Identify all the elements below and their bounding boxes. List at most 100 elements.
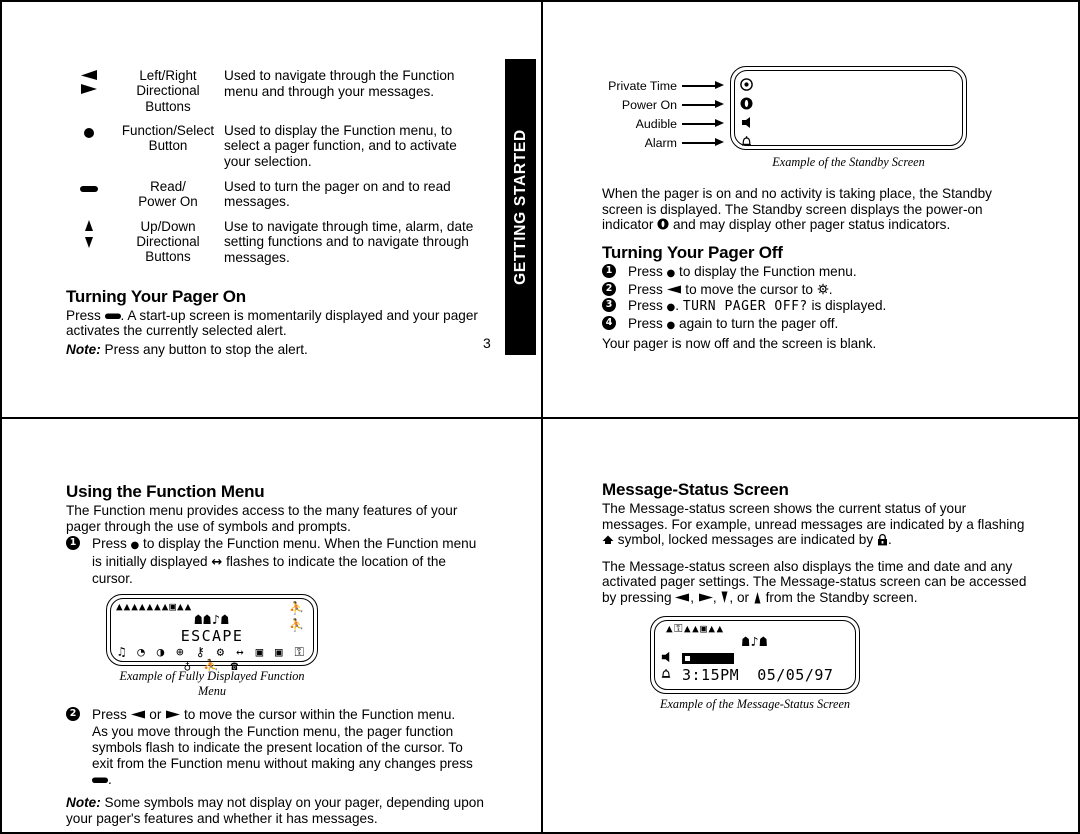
audible-icon [740,113,753,132]
lcd-time-row: 3:15PM 05/05/97 [660,666,850,685]
private-time-icon [740,75,753,94]
table-row: Left/Right Directional Buttons Used to n… [66,68,486,123]
step-number: 2 [602,281,616,296]
standby-screen-diagram: Private Time Power On Audible Alarm Exam… [602,66,1032,170]
step-number: 1 [66,536,80,551]
step-number: 4 [602,315,616,330]
section-heading-message-status-screen: Message-Status Screen [602,480,789,499]
dash-glyph [80,185,98,192]
function-menu-diagram: ▲▲▲▲▲▲▲▣▲▲ ☗☗♪☗ ESCAPE ♫ ◔ ◑ ⊕ ⚷ ⚙ ↔ ▣ ▣… [66,594,486,699]
list-item: 4 Press ● again to turn the pager off. [602,315,1032,334]
turning-pager-off-steps: 1 Press ● to display the Function menu. … [602,263,1032,334]
dash-icon [104,313,121,319]
message-status-paragraph-1: The Message-status screen shows the curr… [602,501,1025,548]
pointer-arrow-icon [682,138,724,147]
right-arrow-icon [166,710,181,719]
button-description: Used to turn the pager on and to read me… [224,178,451,210]
table-row: Up/Down Directional Buttons Use to navig… [66,219,486,275]
up-down-arrows-glyph [85,219,93,248]
lcd-time-value: 3:15PM [682,666,740,685]
function-menu-step-2: 2 Press or to move the cursor within the… [66,707,486,788]
manual-page-spread: Left/Right Directional Buttons Used to n… [0,0,1080,834]
standby-lcd-screen [730,66,967,150]
section-tab-label: GETTING STARTED [511,129,529,285]
message-status-caption: Example of the Message-Status Screen [659,696,851,711]
page-number-3: 3 [483,335,491,351]
step-number: 2 [66,707,80,722]
panel-page-3: Left/Right Directional Buttons Used to n… [2,2,541,417]
lcd-prompt-text: TURN PAGER OFF? [682,298,808,314]
note-label: Note: [66,795,101,811]
button-reference-table: Left/Right Directional Buttons Used to n… [66,68,486,275]
panel-page-5: Using the Function Menu The Function men… [2,419,541,832]
dot-icon: ● [130,540,140,552]
button-description: Used to navigate through the Function me… [224,68,455,99]
function-menu-step-1: 1 Press ● to display the Function menu. … [66,536,486,587]
left-right-arrows-icon [66,68,112,123]
pointer-arrow-icon [682,81,724,90]
lcd-message-slots-row: ▲▲▲▲▲▲▲▣▲▲ [116,600,193,614]
dot-icon [66,123,112,179]
lcd-date-value: 05/05/97 [757,666,834,685]
turning-pager-on-paragraph: Press . A start-up screen is momentarily… [66,307,478,339]
up-down-arrows-icon [66,219,112,275]
standby-screen-caption: Example of the Standby Screen [772,155,925,169]
table-row: Read/ Power On Used to turn the pager on… [66,179,486,219]
left-arrow-icon [666,285,681,294]
alarm-icon [740,132,753,151]
list-item: 3 Press ●. TURN PAGER OFF? is displayed. [602,297,1032,316]
message-status-diagram: ▲⚿▲▲▣▲▲ ☗♪☗ 3:15PM 05/05/97 Example of t… [602,615,1034,712]
lcd-message-slots-row: ▲⚿▲▲▣▲▲ [666,621,725,635]
lcd-escape-text: ESCAPE [180,627,244,646]
lock-icon [877,534,887,546]
unread-message-icon [602,535,614,545]
dot-icon: ● [666,267,676,279]
left-right-arrows-glyph [81,70,97,94]
right-arrow-icon [698,593,713,602]
left-arrow-icon [675,593,690,602]
button-description: Use to navigate through time, alarm, dat… [224,218,474,266]
list-item: 2 Press or to move the cursor within the… [66,707,486,788]
left-arrow-icon [130,710,145,719]
power-on-icon [657,218,669,230]
left-right-cursor-icon: ↔ [211,555,223,571]
message-status-paragraph-2: The Message-status screen also displays … [602,558,1027,605]
pointer-arrow-icon [682,119,724,128]
step-number: 1 [602,263,616,278]
diagram-label-row: Audible [602,114,724,133]
up-arrow-icon [754,591,761,604]
section-heading-turning-pager-off: Turning Your Pager Off [602,242,783,262]
dot-icon: ● [666,301,676,313]
list-item: 1 Press ● to display the Function menu. … [66,536,486,587]
button-name: Function/Select Button [121,122,215,154]
message-status-lcd-screen: ▲⚿▲▲▣▲▲ ☗♪☗ 3:15PM 05/05/97 [650,615,860,694]
button-description: Used to display the Function menu, to se… [224,122,457,170]
gear-icon [817,283,829,295]
lcd-status-row: ☗☗♪☗ [194,613,230,629]
pointer-arrow-icon [682,100,724,109]
step-number: 3 [602,297,616,312]
dot-icon: ● [666,319,676,331]
note-turning-pager-on: Note: Press any button to stop the alert… [66,341,308,357]
function-menu-caption: Example of Fully Displayed Function Menu [119,669,305,699]
lcd-function-icons-row: ♫ ◔ ◑ ⊕ ⚷ ⚙ ↔ ▣ ▣ ⚿ ♁ ⛹ ☎ [117,644,307,674]
down-arrow-icon [721,591,728,603]
list-item: 2 Press to move the cursor to . [602,281,1032,298]
power-on-icon [740,94,753,113]
list-item: 1 Press ● to display the Function menu. [602,263,1032,282]
section-heading-using-function-menu: Using the Function Menu [66,482,265,501]
table-row: Function/Select Button Used to display t… [66,123,486,179]
lcd-status-row: ☗♪☗ [741,634,769,650]
diagram-label-row: Alarm [602,133,724,152]
standby-screen-description: When the pager is on and no activity is … [602,186,992,233]
lcd-side-icon: ⛹ [289,618,304,633]
battery-bar-icon [682,652,734,664]
button-name: Left/Right Directional Buttons [136,68,200,114]
function-menu-lcd-screen: ▲▲▲▲▲▲▲▣▲▲ ☗☗♪☗ ESCAPE ♫ ◔ ◑ ⊕ ⚷ ⚙ ↔ ▣ ▣… [106,594,318,673]
function-menu-step-2-detail: As you move through the Function menu, t… [92,724,473,788]
lcd-side-icon: ⛹ [289,601,304,616]
diagram-label-row: Private Time [602,76,724,95]
button-name: Up/Down Directional Buttons [136,218,200,265]
alarm-icon [660,668,682,683]
dash-icon [92,777,108,784]
